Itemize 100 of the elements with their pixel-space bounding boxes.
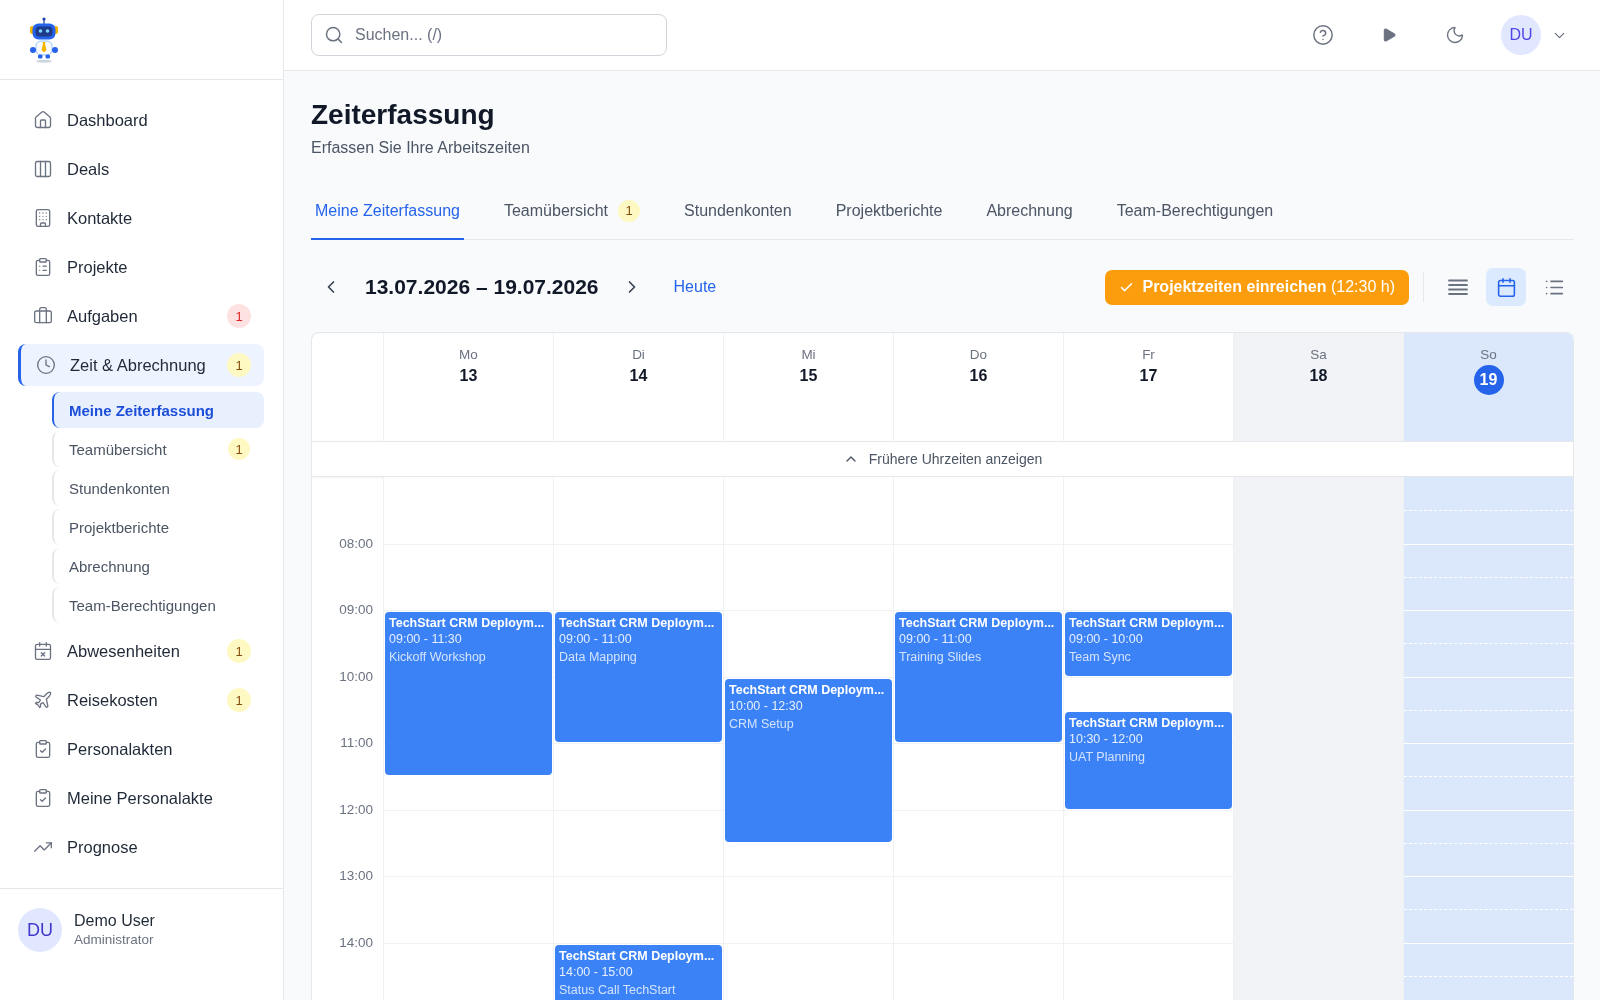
tab[interactable]: Stundenkonten	[680, 190, 796, 240]
event-card[interactable]: TechStart CRM Deploym... 10:00 - 12:30 CRM Setup	[725, 678, 892, 842]
event-card[interactable]: TechStart CRM Deploym... 14:00 - 15:00 Status Call TechStart	[555, 944, 722, 1000]
calendar-x-icon	[33, 641, 53, 661]
event-title: TechStart CRM Deploym...	[1069, 615, 1225, 631]
event-description: Data Mapping	[559, 649, 637, 665]
help-icon	[1312, 24, 1334, 46]
day-name: Di	[632, 346, 645, 364]
time-label: 13:00	[338, 867, 374, 885]
nav-subitem[interactable]: Stundenkonten	[52, 470, 264, 506]
play-icon	[1381, 27, 1397, 43]
event-card[interactable]: TechStart CRM Deploym... 09:00 - 11:30 Kickoff Workshop	[385, 612, 552, 776]
time-label: 11:00	[339, 734, 374, 752]
day-name: Fr	[1142, 346, 1155, 364]
robot-logo	[28, 16, 60, 63]
event-description: Training Slides	[899, 649, 982, 665]
briefcase-icon	[33, 306, 53, 326]
count-badge: 1	[227, 304, 251, 328]
columns-icon	[33, 159, 53, 179]
event-time: 10:30 - 12:00	[1069, 730, 1143, 747]
event-title: TechStart CRM Deploym...	[559, 947, 715, 964]
tab[interactable]: Team-Berechtigungen	[1112, 190, 1278, 240]
clipboard-check-icon	[33, 788, 53, 808]
count-badge: 1	[227, 688, 251, 712]
day-date: 17	[1139, 366, 1158, 386]
event-description: Status Call TechStart	[559, 981, 676, 998]
event-time: 09:00 - 11:30	[389, 631, 462, 647]
event-description: Kickoff Workshop	[389, 649, 486, 665]
tab[interactable]: Meine Zeiterfassung	[311, 190, 464, 240]
day-date: 15	[799, 366, 818, 386]
day-date: 14	[629, 366, 648, 386]
nav-item[interactable]: Projekte	[18, 246, 264, 288]
nav-item[interactable]: Prognose	[18, 826, 264, 868]
clock-icon	[36, 355, 56, 375]
tab[interactable]: Projektberichte	[831, 190, 947, 240]
user-avatar[interactable]: DU	[1501, 15, 1541, 55]
nav-subitem[interactable]: Abrechnung	[52, 548, 264, 584]
event-time: 09:00 - 11:00	[559, 631, 632, 647]
clipboard-list-icon	[33, 257, 53, 277]
tab[interactable]: Abrechnung	[982, 190, 1077, 240]
day-date: 13	[459, 366, 478, 386]
nav-item[interactable]: Aufgaben 1	[18, 295, 264, 337]
nav-item[interactable]: Kontakte	[18, 197, 264, 239]
tab[interactable]: Teamübersicht 1	[499, 190, 644, 240]
time-label: 08:00	[338, 534, 374, 553]
time-label: 10:00	[338, 667, 374, 686]
day-date: 18	[1309, 366, 1328, 386]
event-card[interactable]: TechStart CRM Deploym... 10:30 - 12:00 UAT Planning	[1065, 711, 1232, 809]
day-name: Sa	[1310, 346, 1327, 364]
nav-subitem[interactable]: Projektberichte	[52, 509, 264, 545]
nav-item[interactable]: Reisekosten 1	[18, 679, 264, 721]
nav-subitem[interactable]: Teamübersicht 1	[52, 431, 264, 467]
user-role: Administrator	[74, 932, 155, 947]
today-link[interactable]: Heute	[673, 278, 717, 296]
event-card[interactable]: TechStart CRM Deploym... 09:00 - 10:00 Team Sync	[1065, 612, 1232, 676]
view-toggle-button[interactable]	[1486, 268, 1526, 306]
event-time: 14:00 - 15:00	[559, 963, 633, 980]
calendar-icon	[1495, 276, 1517, 298]
event-card[interactable]: TechStart CRM Deploym... 09:00 - 11:00 Data Mapping	[555, 612, 722, 742]
event-description: CRM Setup	[729, 715, 794, 732]
user-avatar: DU	[18, 908, 62, 952]
time-label: 09:00	[338, 601, 374, 619]
event-title: TechStart CRM Deploym...	[389, 615, 545, 631]
nav-item[interactable]: Meine Personalakte	[18, 777, 264, 819]
plane-icon	[33, 690, 53, 710]
time-label: 12:00	[338, 800, 374, 819]
event-time: 10:00 - 12:30	[729, 697, 803, 714]
event-card[interactable]: TechStart CRM Deploym... 09:00 - 11:00 Training Slides	[895, 612, 1062, 742]
building-icon	[33, 208, 53, 228]
nav-subitem[interactable]: Team-Berechtigungen	[52, 587, 264, 623]
nav-item[interactable]: Dashboard	[18, 99, 264, 141]
count-badge: 1	[227, 639, 251, 663]
event-description: UAT Planning	[1069, 748, 1145, 765]
user-name: Demo User	[74, 912, 155, 930]
nav-item[interactable]: Abwesenheiten 1	[18, 630, 264, 672]
home-icon	[33, 110, 53, 130]
day-date: 16	[969, 366, 988, 386]
day-name: So	[1480, 346, 1497, 364]
event-time: 09:00 - 11:00	[899, 631, 972, 647]
time-label: 14:00	[338, 933, 374, 952]
event-title: TechStart CRM Deploym...	[1069, 714, 1225, 731]
count-badge: 1	[228, 438, 250, 460]
count-badge: 1	[618, 200, 640, 222]
nav-item[interactable]: Zeit & Abrechnung 1	[18, 344, 264, 386]
lines-icon	[1448, 279, 1468, 295]
clipboard-check-icon	[33, 739, 53, 759]
show-earlier-button[interactable]: Frühere Uhrzeiten anzeigen	[312, 441, 1573, 477]
nav-item[interactable]: Deals	[18, 148, 264, 190]
search-icon	[324, 25, 344, 45]
count-badge: 1	[227, 353, 251, 377]
page-subtitle: Erfassen Sie Ihre Arbeitszeiten	[311, 138, 531, 158]
nav-subitem[interactable]: Meine Zeiterfassung	[52, 392, 264, 428]
event-title: TechStart CRM Deploym...	[729, 681, 885, 698]
nav-item[interactable]: Personalakten	[18, 728, 264, 770]
event-title: TechStart CRM Deploym...	[559, 615, 715, 631]
page-title: Zeiterfassung	[311, 98, 496, 132]
search-field[interactable]: Suchen... (/)	[311, 14, 667, 56]
event-description: Team Sync	[1069, 649, 1131, 665]
day-date: 19	[1473, 365, 1504, 395]
day-name: Mi	[801, 346, 816, 364]
